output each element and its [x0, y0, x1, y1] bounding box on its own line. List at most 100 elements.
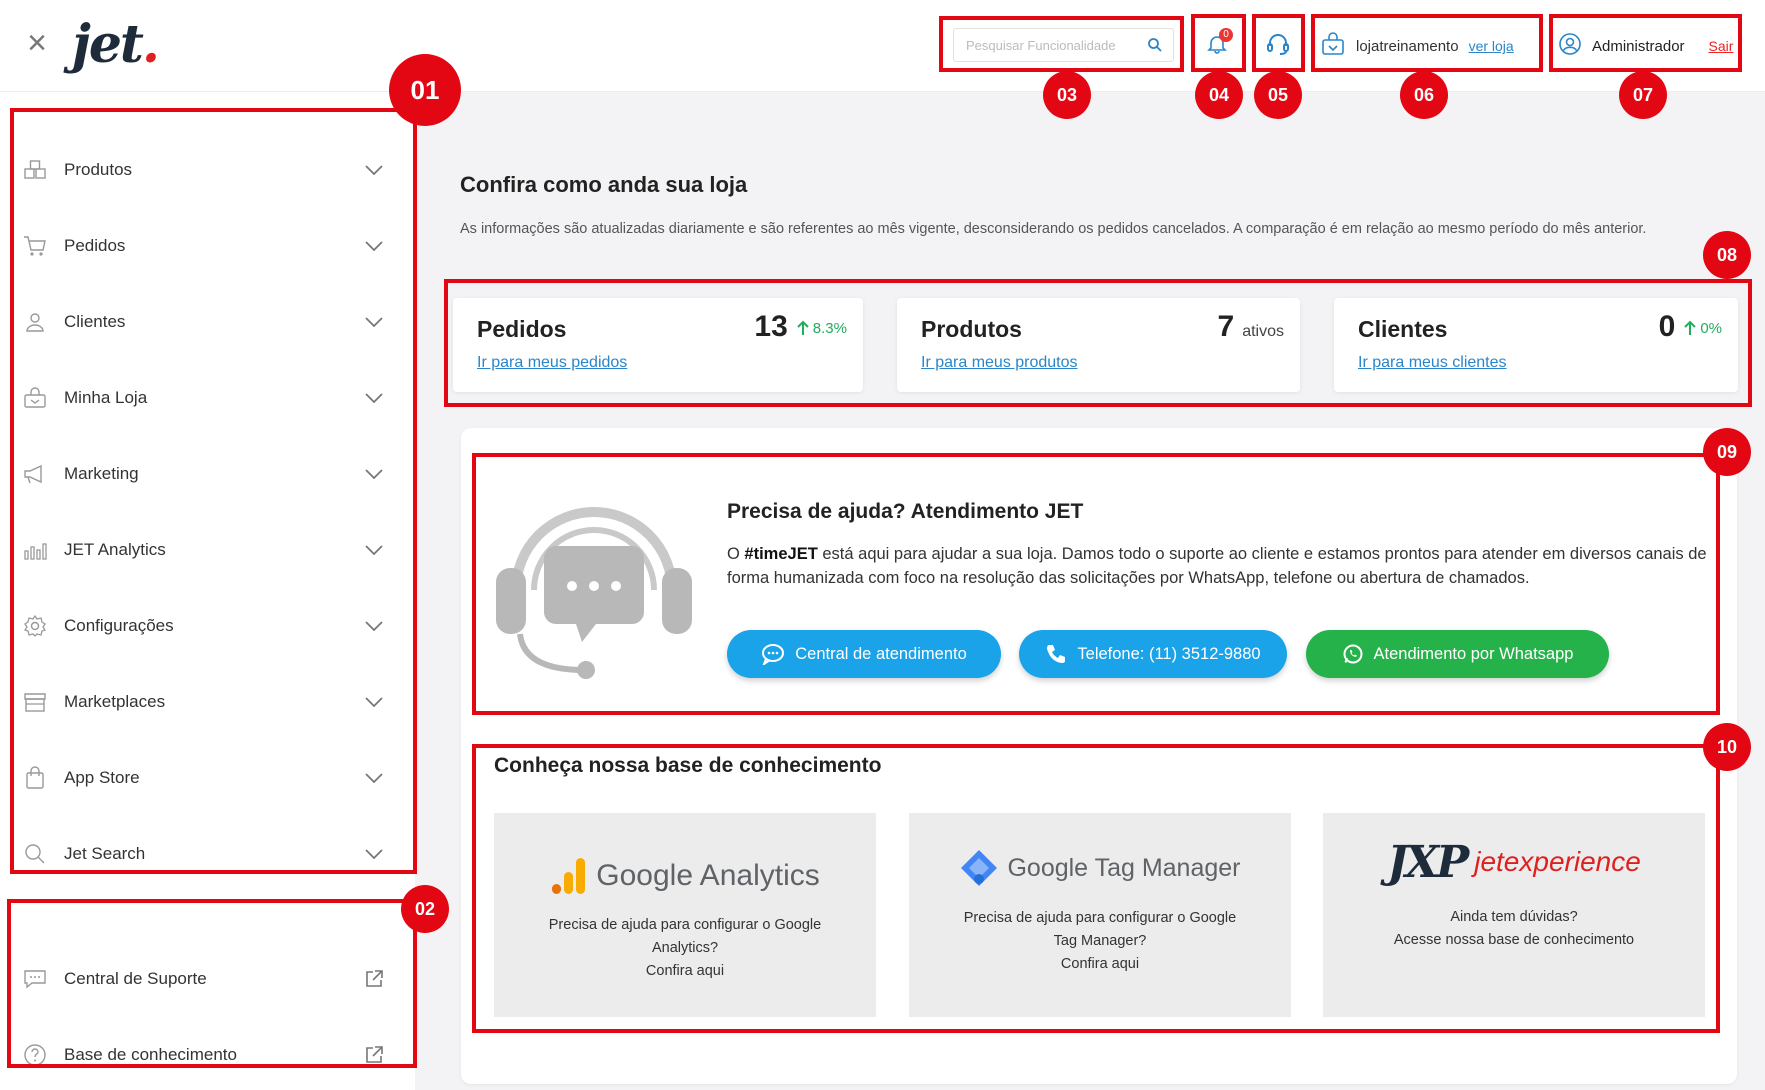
- support-center-button[interactable]: Central de atendimento: [727, 630, 1001, 678]
- stat-change: 8.3%: [796, 320, 847, 337]
- phone-icon: [1047, 645, 1066, 663]
- stat-card-pedidos: Pedidos 13 8.3% Ir para meus pedidos: [453, 298, 863, 392]
- stat-title: Pedidos: [477, 316, 567, 342]
- chevron-down-icon: [362, 462, 386, 486]
- stat-card-produtos: Produtos 7 ativos Ir para meus produtos: [897, 298, 1300, 392]
- stat-title: Produtos: [921, 316, 1022, 342]
- orders-link[interactable]: Ir para meus pedidos: [477, 354, 627, 372]
- sidebar-item-marketplaces[interactable]: Marketplaces: [22, 677, 392, 727]
- user-info: Administrador Sair: [1558, 30, 1733, 62]
- external-link-icon: [362, 1043, 386, 1067]
- user-name: Administrador: [1592, 37, 1685, 55]
- kb-card-text: Tag Manager?: [1053, 933, 1147, 949]
- kb-logo-text: Google Analytics: [596, 859, 820, 892]
- boxes-icon: [22, 157, 48, 183]
- megaphone-icon: [22, 461, 48, 487]
- knowledge-base-title: Conheça nossa base de conhecimento: [494, 754, 882, 777]
- shopping-bag-icon: [22, 765, 48, 791]
- help-description: O #timeJET está aqui para ajudar a sua l…: [727, 545, 1707, 587]
- sidebar-item-label: Clientes: [64, 312, 126, 331]
- chevron-down-icon: [362, 158, 386, 182]
- store-bag-icon: [1320, 32, 1346, 60]
- sidebar-item-jet-search[interactable]: Jet Search: [22, 829, 392, 879]
- jxp-logo: JXP: [1387, 836, 1469, 888]
- chevron-down-icon: [362, 234, 386, 258]
- notification-badge: 0: [1219, 28, 1233, 42]
- stat-value: 0: [1658, 310, 1676, 343]
- sidebar-item-pedidos[interactable]: Pedidos: [22, 221, 392, 271]
- chevron-down-icon: [362, 690, 386, 714]
- sidebar-item-label: JET Analytics: [64, 540, 166, 559]
- stat-card-clientes: Clientes 0 0% Ir para meus clientes: [1334, 298, 1738, 392]
- view-store-link[interactable]: ver loja: [1469, 38, 1514, 54]
- sidebar-item-label: Produtos: [64, 160, 133, 179]
- gear-icon: [22, 613, 48, 639]
- customers-link[interactable]: Ir para meus clientes: [1358, 354, 1507, 372]
- sidebar-item-configuracoes[interactable]: Configurações: [22, 601, 392, 651]
- store-name: lojatreinamento: [1356, 37, 1459, 55]
- notifications-button[interactable]: 0: [1197, 26, 1237, 66]
- phone-button[interactable]: Telefone: (11) 3512-9880: [1019, 630, 1287, 678]
- logout-link[interactable]: Sair: [1709, 38, 1734, 54]
- stat-value: 13: [754, 310, 788, 343]
- chevron-down-icon: [362, 614, 386, 638]
- kb-card-google-analytics[interactable]: Google Analytics Precisa de ajuda para c…: [494, 813, 876, 1017]
- feature-search-box: [953, 28, 1174, 62]
- close-menu-icon[interactable]: ×: [22, 26, 52, 60]
- sidebar-item-produtos[interactable]: Produtos: [22, 145, 392, 195]
- stat-change-value: 8.3%: [812, 319, 847, 337]
- sidebar-item-label: Configurações: [64, 616, 174, 635]
- google-tag-manager-icon: [961, 850, 998, 886]
- sidebar-item-label: Pedidos: [64, 236, 126, 255]
- kb-logo-text: jetexperience: [1474, 846, 1641, 877]
- kb-logo-text: Google Tag Manager: [1007, 853, 1241, 882]
- stat-change: 0%: [1683, 320, 1722, 337]
- chat-icon: [22, 966, 48, 992]
- kb-card-text: Analytics?: [651, 940, 719, 956]
- sidebar-item-label: Central de Suporte: [64, 969, 207, 988]
- google-analytics-icon: [552, 858, 586, 894]
- kb-card-text: Ainda tem dúvidas?: [1450, 909, 1578, 925]
- kb-card-jetexperience[interactable]: JXP jetexperience Ainda tem dúvidas? Ace…: [1323, 813, 1705, 1017]
- bar-chart-icon: [22, 537, 48, 563]
- sidebar: Produtos Pedidos Clientes Minha Loja Mar…: [0, 92, 415, 1090]
- stat-title: Clientes: [1358, 316, 1448, 342]
- search-icon[interactable]: [1147, 37, 1163, 58]
- sidebar-item-label: App Store: [64, 768, 140, 787]
- chevron-down-icon: [362, 386, 386, 410]
- jet-logo[interactable]: jet.: [72, 14, 160, 75]
- headset-icon: [1265, 31, 1291, 62]
- sidebar-item-label: Base de conhecimento: [64, 1045, 237, 1064]
- sidebar-item-clientes[interactable]: Clientes: [22, 297, 392, 347]
- kb-card-text: Acesse nossa base de conhecimento: [1393, 932, 1635, 948]
- chat-bubble-icon: [762, 644, 785, 665]
- sidebar-item-app-store[interactable]: App Store: [22, 753, 392, 803]
- stat-change-value: 0%: [1700, 319, 1722, 337]
- support-headset-button[interactable]: [1258, 26, 1298, 66]
- page-title: Confira como anda sua loja: [460, 172, 748, 197]
- whatsapp-button[interactable]: Atendimento por Whatsapp: [1306, 630, 1609, 678]
- storefront-icon: [22, 689, 48, 715]
- sidebar-item-jet-analytics[interactable]: JET Analytics: [22, 525, 392, 575]
- store-bag-icon: [22, 385, 48, 411]
- store-info: lojatreinamento ver loja: [1320, 30, 1514, 62]
- page-description: As informações são atualizadas diariamen…: [460, 221, 1647, 237]
- headset-chat-illustration: [494, 490, 694, 685]
- sidebar-item-marketing[interactable]: Marketing: [22, 449, 392, 499]
- kb-card-text: Precisa de ajuda para configurar o Googl…: [548, 917, 822, 933]
- help-title: Precisa de ajuda? Atendimento JET: [727, 500, 1084, 523]
- top-header: × jet. 0 lojatreinamento ver loja Admini…: [0, 0, 1765, 92]
- sidebar-item-central-de-suporte[interactable]: Central de Suporte: [22, 954, 392, 1004]
- search-icon: [22, 841, 48, 867]
- sidebar-item-minha-loja[interactable]: Minha Loja: [22, 373, 392, 423]
- cart-icon: [22, 233, 48, 259]
- sidebar-item-label: Marketplaces: [64, 692, 166, 711]
- sidebar-item-base-de-conhecimento[interactable]: Base de conhecimento: [22, 1030, 392, 1080]
- kb-card-text: Confira aqui: [1060, 956, 1140, 972]
- stat-value: 7: [1217, 310, 1235, 343]
- feature-search-input[interactable]: [954, 29, 1134, 61]
- user-icon: [22, 309, 48, 335]
- kb-card-google-tag-manager[interactable]: Google Tag Manager Precisa de ajuda para…: [909, 813, 1291, 1017]
- kb-card-text: Confira aqui: [645, 963, 725, 979]
- products-link[interactable]: Ir para meus produtos: [921, 354, 1078, 372]
